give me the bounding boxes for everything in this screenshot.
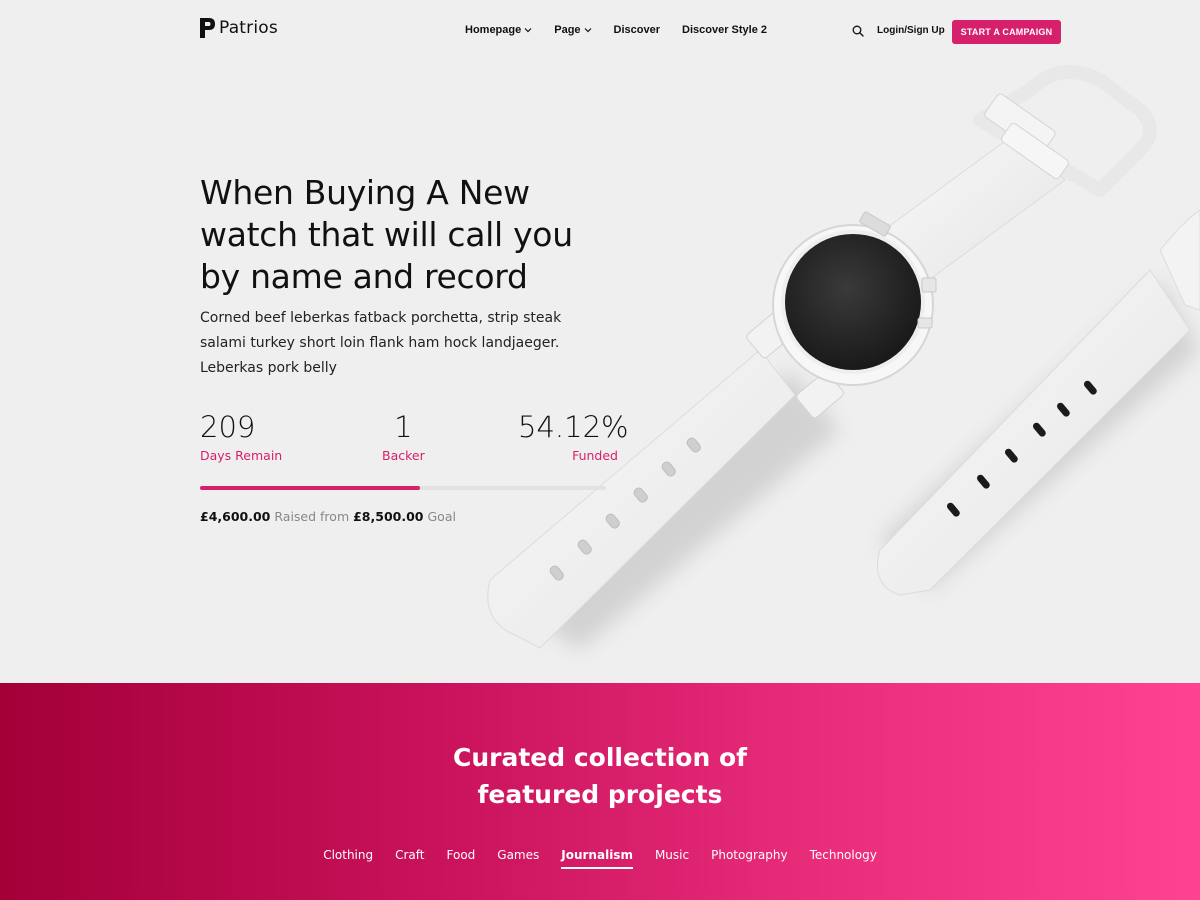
funding-progress-fill <box>200 486 420 490</box>
site-logo[interactable]: Patrios <box>200 18 278 38</box>
login-signup-link[interactable]: Login/Sign Up <box>877 25 945 36</box>
goal-text: Goal <box>427 509 456 524</box>
tab-photography[interactable]: Photography <box>711 848 787 862</box>
featured-title: Curated collection of featured projects <box>0 739 1200 813</box>
tab-journalism[interactable]: Journalism <box>561 848 633 869</box>
nav-item-discover[interactable]: Discover <box>614 24 660 36</box>
tab-games[interactable]: Games <box>497 848 539 862</box>
nav-label: Discover Style 2 <box>682 24 768 36</box>
featured-title-line-2: featured projects <box>477 780 723 809</box>
goal-amount: £8,500.00 <box>353 509 424 524</box>
hero-description: Corned beef leberkas fatback porchetta, … <box>200 310 562 376</box>
tab-clothing[interactable]: Clothing <box>323 848 373 862</box>
main-nav: Homepage Page Discover Discover Style 2 <box>465 24 767 36</box>
nav-label: Homepage <box>465 24 522 36</box>
tab-technology[interactable]: Technology <box>810 848 877 862</box>
funding-progress-bar <box>200 486 606 490</box>
chevron-down-icon <box>584 28 591 33</box>
stat-value: 54.12% <box>518 410 629 444</box>
stat-label: Days Remain <box>200 448 283 463</box>
featured-projects-section: Curated collection of featured projects … <box>0 683 1200 900</box>
raised-text: Raised from <box>274 509 350 524</box>
nav-label: Discover <box>613 24 661 36</box>
tab-craft[interactable]: Craft <box>395 848 424 862</box>
patrios-logo-icon <box>200 18 215 38</box>
stat-value: 1 <box>394 410 413 444</box>
stat-funded: 54.12% Funded <box>518 408 629 463</box>
raised-amount: £4,600.00 <box>200 509 271 524</box>
tab-music[interactable]: Music <box>655 848 689 862</box>
hero-title: When Buying A New watch that will call y… <box>200 173 573 296</box>
tab-food[interactable]: Food <box>447 848 476 862</box>
hero-section <box>0 0 1200 683</box>
search-icon[interactable] <box>852 25 864 37</box>
nav-item-discover-style-2[interactable]: Discover Style 2 <box>682 24 767 36</box>
logo-text: Patrios <box>219 18 278 38</box>
stat-backer: 1 Backer <box>382 408 425 463</box>
stat-days-remain: 209 Days Remain <box>200 408 282 463</box>
stat-label: Funded <box>572 448 618 463</box>
featured-title-line-1: Curated collection of <box>452 743 747 772</box>
stat-label: Backer <box>382 448 425 463</box>
category-tabs: Clothing Craft Food Games Journalism Mus… <box>0 848 1200 869</box>
start-campaign-button[interactable]: START A CAMPAIGN <box>952 20 1061 44</box>
site-header: Patrios Homepage Page Discover Discover … <box>0 0 1200 64</box>
nav-item-page[interactable]: Page <box>554 24 591 36</box>
chevron-down-icon <box>524 28 532 33</box>
nav-label: Page <box>554 24 581 36</box>
raised-summary: £4,600.00 Raised from £8,500.00 Goal <box>200 509 456 524</box>
nav-item-homepage[interactable]: Homepage <box>465 24 532 36</box>
stat-value: 209 <box>200 410 256 444</box>
